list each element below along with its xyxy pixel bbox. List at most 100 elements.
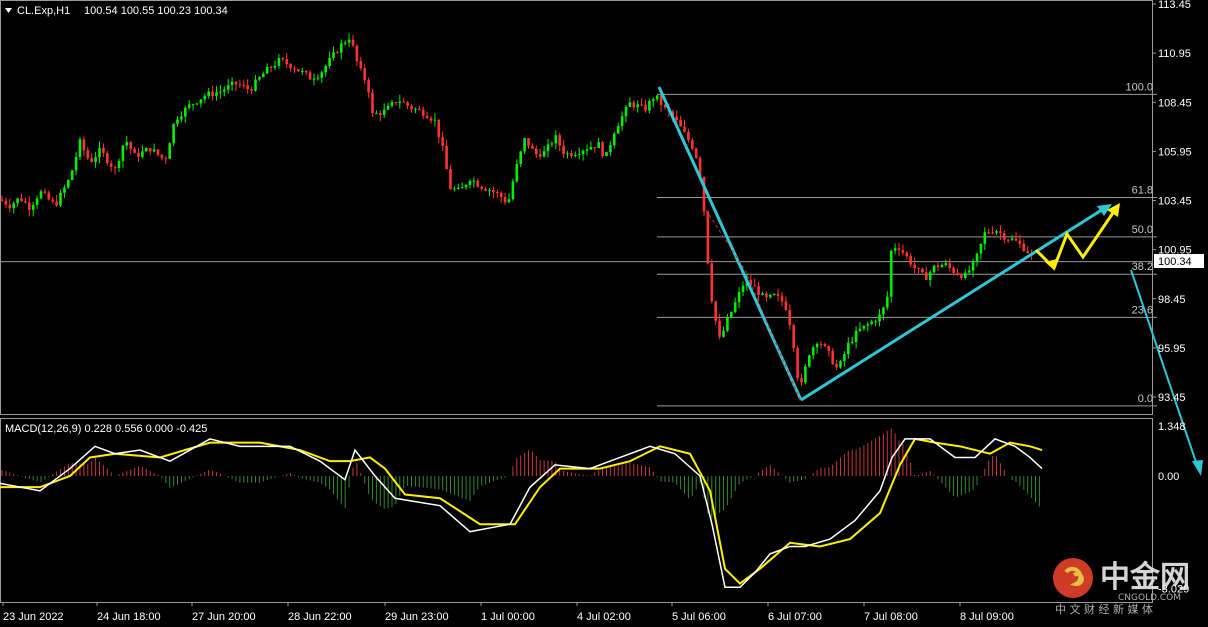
fib-level-label: 61.8 (1132, 185, 1153, 197)
candle-body (928, 272, 932, 280)
candle-body (28, 202, 31, 210)
candle-body (862, 325, 866, 329)
candle-body (979, 243, 983, 254)
candle-body (765, 293, 768, 298)
candle-body (991, 232, 994, 234)
candle-body (390, 102, 394, 106)
candle-body (546, 144, 550, 152)
candle-body (480, 186, 483, 189)
candle-body (148, 148, 152, 152)
candle-body (215, 92, 218, 96)
price-tick-label: 113.45 (1158, 0, 1191, 11)
dropdown-triangle-icon[interactable] (5, 8, 12, 13)
candle-body (117, 160, 121, 169)
time-tick-label: 24 Jun 18:00 (97, 611, 161, 623)
current-price-value: 100.34 (1158, 256, 1192, 268)
candle-body (453, 188, 456, 190)
candle-body (624, 106, 628, 117)
candle-body (316, 77, 320, 79)
candle-body (160, 154, 164, 158)
candle-body (605, 152, 608, 156)
candle-body (808, 355, 811, 367)
candle-body (113, 167, 117, 169)
macd-label: MACD(12,26,9) 0.228 0.556 0.000 -0.425 (5, 423, 207, 435)
time-tick-label: 1 Jul 00:00 (481, 611, 535, 623)
candle-body (936, 265, 940, 268)
candle-body (351, 39, 355, 46)
ohlc-readout: 100.54 100.55 100.23 100.34 (84, 5, 228, 17)
candle-body (382, 109, 386, 115)
candle-body (336, 52, 339, 54)
candle-body (609, 145, 612, 153)
projection-arrowhead (1192, 460, 1203, 476)
candle-body (882, 307, 885, 315)
candle-body (726, 317, 729, 331)
candle-body (226, 85, 230, 90)
candle-body (843, 354, 846, 362)
candle-body (55, 201, 58, 206)
candle-body (1006, 239, 1010, 241)
candle-body (999, 231, 1002, 234)
candle-body (644, 104, 647, 111)
candle-body (429, 118, 433, 121)
candle-body (772, 294, 776, 296)
candle-body (164, 157, 168, 159)
candle-body (328, 57, 331, 66)
candle-body (593, 146, 597, 149)
candle-body (819, 343, 823, 345)
candle-body (839, 361, 842, 368)
candle-body (343, 42, 347, 44)
candle-body (308, 72, 312, 80)
candle-body (129, 142, 132, 149)
candle-body (757, 286, 760, 295)
candle-body (897, 248, 901, 250)
candle-body (944, 263, 948, 266)
candle-body (457, 187, 460, 189)
candle-body (254, 79, 257, 91)
price-tick-label: 105.95 (1158, 146, 1192, 158)
candle-body (967, 270, 971, 273)
candle-body (655, 95, 659, 100)
watermark-brand: 中金网 (1100, 560, 1190, 595)
time-tick-label: 27 Jun 20:00 (192, 611, 256, 623)
candle-body (74, 156, 78, 171)
watermark-tagline: 中 文 财 经 新 媒 体 (1055, 602, 1153, 616)
candle-body (987, 232, 990, 234)
candle-body (4, 200, 8, 205)
candle-body (691, 140, 694, 149)
fib-level-label: 50.0 (1132, 224, 1153, 236)
candle-body (917, 267, 920, 269)
candle-body (761, 293, 764, 295)
fib-level-label: 0.0 (1138, 393, 1153, 405)
candle-body (1003, 233, 1006, 240)
candle-body (511, 181, 515, 200)
candle-body (340, 43, 343, 53)
fib-level-label: 38.2 (1132, 261, 1153, 273)
macd-plot: 1.3480.00-3.029 (0, 421, 1189, 595)
candle-body (527, 138, 530, 146)
candle-body (375, 112, 378, 114)
fibonacci-levels: 100.061.850.038.223.60.0 (657, 81, 1157, 407)
candle-body (51, 199, 54, 202)
candle-body (706, 211, 710, 264)
time-tick-label: 8 Jul 09:00 (960, 611, 1014, 623)
macd-panel-frame (0, 418, 1153, 603)
candle-body (730, 311, 733, 318)
candle-body (496, 191, 499, 193)
candle-body (172, 123, 175, 144)
candle-body (776, 294, 780, 296)
candle-body (234, 81, 238, 85)
candle-body (12, 203, 15, 209)
candle-body (1018, 240, 1022, 244)
candle-body (332, 52, 335, 58)
candle-body (1014, 238, 1018, 241)
candle-body (901, 249, 905, 253)
candle-body (854, 330, 858, 342)
candle-body (324, 65, 327, 73)
candle-body (437, 119, 441, 138)
candle-body (152, 149, 156, 152)
candle-body (952, 267, 955, 273)
candle-body (320, 72, 324, 78)
candle-body (67, 179, 70, 188)
candle-body (753, 285, 756, 287)
